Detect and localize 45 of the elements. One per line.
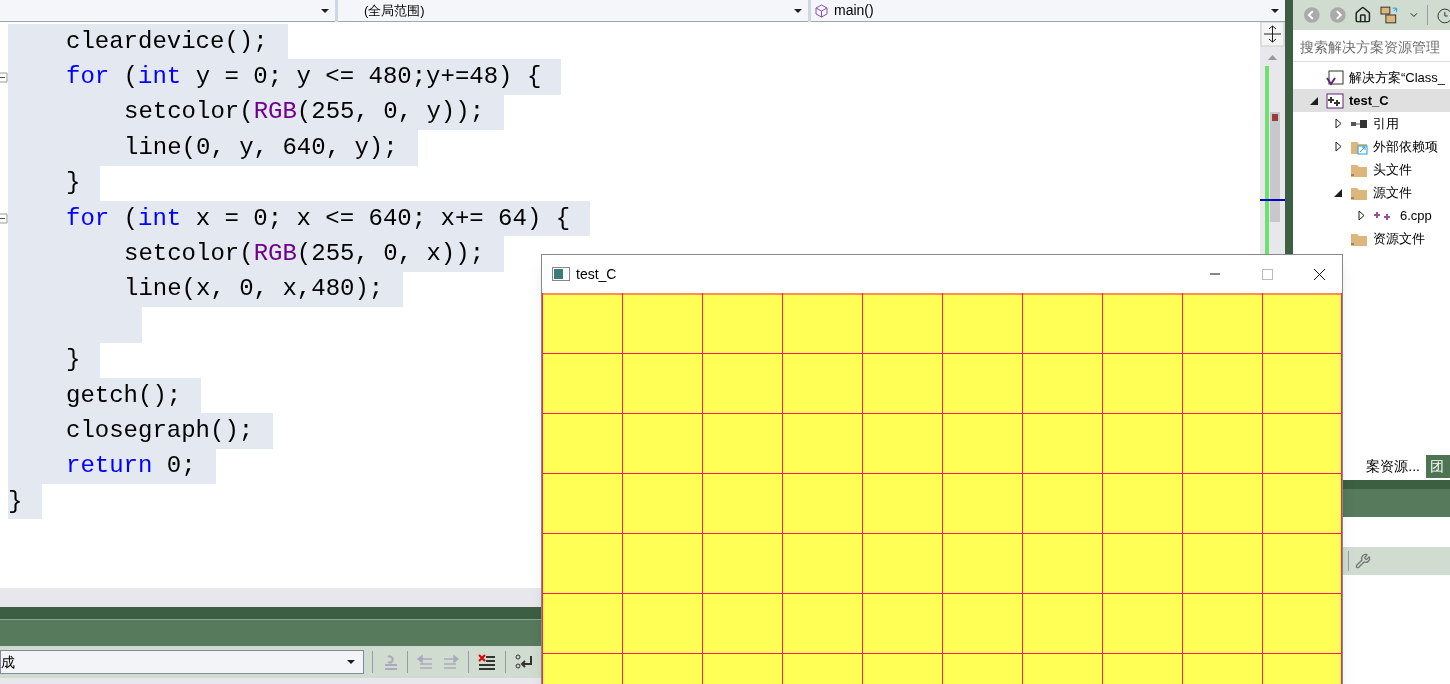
tree-item-label: 解决方案“Class_ <box>1349 68 1446 87</box>
tree-item[interactable]: 引用 <box>1293 112 1450 135</box>
collapsed-arrow-icon[interactable] <box>1357 210 1365 221</box>
collapsed-arrow-icon[interactable] <box>1334 141 1342 152</box>
fold-marker-icon[interactable] <box>0 213 8 225</box>
window-title: test_C <box>576 264 617 284</box>
output-source-dropdown[interactable]: 成 <box>0 650 364 674</box>
tree-item[interactable]: 外部依赖项 <box>1293 135 1450 158</box>
tree-item[interactable]: 源文件 <box>1293 181 1450 204</box>
clock-icon[interactable] <box>1436 6 1450 24</box>
tree-item[interactable]: 资源文件 <box>1293 227 1450 250</box>
window-app-icon <box>552 267 570 281</box>
tree-item-label: 资源文件 <box>1373 229 1425 248</box>
collapsed-arrow-icon[interactable] <box>1334 118 1342 129</box>
clear-all-icon[interactable] <box>477 652 497 672</box>
member-dropdown[interactable]: main() <box>811 0 1285 22</box>
panel-tab[interactable]: 团 <box>1426 455 1450 478</box>
dropdown-caret-icon[interactable] <box>321 8 329 13</box>
dropdown-caret-icon[interactable] <box>1271 8 1279 13</box>
references-icon <box>1350 118 1368 129</box>
expanded-arrow-icon[interactable] <box>1334 188 1342 197</box>
tree-item-label: 源文件 <box>1373 183 1412 202</box>
tree-item[interactable]: 头文件 <box>1293 158 1450 181</box>
scope-dropdown[interactable]: (全局范围) <box>338 0 808 22</box>
tree-item-label: 引用 <box>1373 114 1399 133</box>
expanded-arrow-icon[interactable] <box>1310 96 1318 105</box>
search-field[interactable]: 搜索解决方案资源管理 <box>1293 34 1450 62</box>
tree-item[interactable]: 解决方案“Class_ <box>1293 66 1450 89</box>
tree-item-label: 外部依赖项 <box>1373 137 1438 156</box>
word-wrap-icon[interactable] <box>514 652 534 672</box>
project-icon <box>1326 92 1344 109</box>
dropdown-caret-icon[interactable] <box>794 8 802 13</box>
tree-item-label: 头文件 <box>1373 160 1412 179</box>
wrench-icon[interactable] <box>1355 553 1371 569</box>
dropdown-caret-icon[interactable] <box>347 660 355 664</box>
tree-item[interactable]: 6.cpp <box>1293 204 1450 227</box>
cube-icon <box>815 3 828 18</box>
tree-item-label: test_C <box>1349 91 1389 110</box>
member-name: main() <box>834 1 874 20</box>
tree-item-label: 6.cpp <box>1400 206 1432 225</box>
fold-marker-icon[interactable] <box>0 71 8 83</box>
solution-icon <box>1326 69 1344 86</box>
sync-views-icon[interactable] <box>1379 5 1400 25</box>
home-icon[interactable] <box>1354 6 1372 24</box>
tree-item[interactable]: test_C <box>1293 89 1450 112</box>
